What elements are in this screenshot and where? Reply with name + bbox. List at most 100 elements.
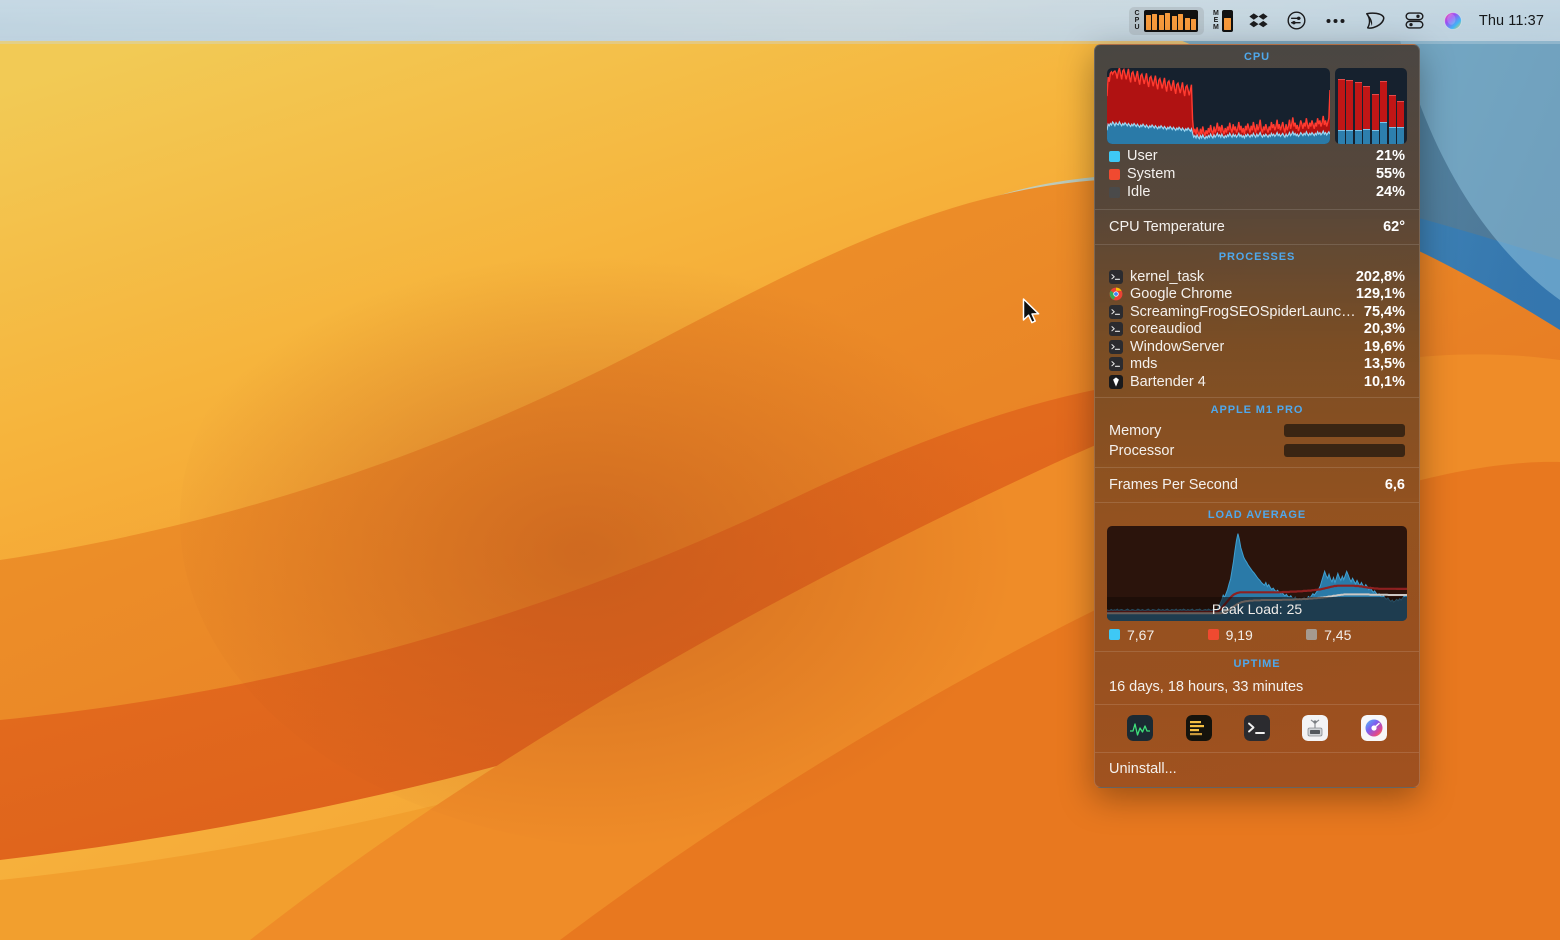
section-header-cpu: CPU — [1244, 51, 1270, 63]
core-system-segment — [1371, 93, 1379, 130]
core-user-segment — [1354, 129, 1362, 144]
core-user-segment — [1346, 130, 1354, 144]
menubar-cpu-bar — [1158, 15, 1164, 30]
core-user-segment — [1388, 126, 1396, 144]
cpu-core-bar — [1380, 72, 1388, 144]
process-name: Bartender 4 — [1130, 373, 1206, 390]
menubar-cpu-bar — [1165, 12, 1171, 30]
core-system-segment — [1363, 85, 1371, 129]
fps-value: 6,6 — [1384, 476, 1405, 493]
section-header-load-average: LOAD AVERAGE — [1207, 508, 1307, 521]
core-user-segment — [1363, 128, 1371, 144]
core-system-segment — [1397, 100, 1404, 127]
menubar-cpu-bar — [1184, 17, 1190, 30]
legend-value: 55% — [1375, 166, 1405, 182]
terminal-icon[interactable] — [1243, 714, 1270, 741]
uninstall-button[interactable]: Uninstall... — [1095, 753, 1419, 787]
process-usage: 10,1% — [1363, 373, 1405, 390]
system-information-icon[interactable] — [1302, 714, 1329, 741]
menubar-cpu-bar — [1191, 19, 1197, 30]
cpu-legend-row: System 55% — [1095, 165, 1419, 183]
chip-usage-row: Memory — [1095, 421, 1419, 441]
bartender-icon — [1109, 374, 1123, 389]
process-usage: 129,1% — [1355, 286, 1405, 303]
process-row[interactable]: Google Chrome 129,1% — [1095, 286, 1419, 304]
process-row[interactable]: mds 13,5% — [1095, 356, 1419, 374]
process-usage: 20,3% — [1363, 321, 1405, 338]
load-average-legend-item: 9,19 — [1207, 626, 1307, 643]
console-icon[interactable] — [1185, 714, 1212, 741]
process-row[interactable]: ScreamingFrogSEOSpiderLaunc… 75,4% — [1095, 303, 1419, 321]
menubar-cpu-bars — [1143, 9, 1199, 32]
load-average-legend-item: 7,67 — [1109, 627, 1208, 643]
section-header-processes: PROCESSES — [1218, 251, 1296, 263]
process-list: kernel_task 202,8% Google Chrome 129,1% Scre… — [1095, 268, 1419, 397]
load-average-legend-item: 7,45 — [1306, 627, 1405, 643]
menubar-mem-label: MEM — [1213, 9, 1219, 32]
process-usage: 75,4% — [1363, 303, 1405, 320]
menubar-mem-gauge — [1221, 9, 1233, 32]
legend-value: 24% — [1375, 184, 1405, 200]
legend-value: 21% — [1375, 148, 1405, 164]
app-shortcuts — [1095, 705, 1419, 752]
siri-icon[interactable] — [1434, 6, 1472, 35]
core-system-segment — [1346, 79, 1354, 131]
ellipsis-icon[interactable] — [1316, 6, 1355, 35]
cpu-temperature-label: CPU Temperature — [1109, 219, 1225, 235]
core-system-segment — [1380, 80, 1388, 122]
terminal-icon — [1109, 269, 1123, 284]
load-average-value: 7,45 — [1324, 626, 1352, 643]
core-user-segment — [1380, 121, 1388, 144]
process-name: coreaudiod — [1130, 321, 1202, 338]
shuttle-icon[interactable] — [1277, 6, 1316, 35]
bartender-icon[interactable] — [1355, 6, 1395, 35]
terminal-icon — [1109, 304, 1123, 319]
load-average-value: 9,19 — [1225, 626, 1253, 643]
menubar-cpu-widget[interactable]: CPU — [1129, 6, 1205, 35]
cpu-legend-row: Idle 24% — [1095, 183, 1419, 201]
chrome-icon — [1109, 287, 1123, 301]
process-name: WindowServer — [1130, 338, 1225, 355]
cpu-core-bar — [1346, 72, 1354, 144]
load-average-chart-wrap: Peak Load: 25 — [1095, 525, 1419, 623]
cpu-core-bar — [1363, 72, 1371, 144]
load-average-value: 7,67 — [1127, 626, 1155, 643]
legend-swatch — [1207, 629, 1219, 640]
process-row[interactable]: kernel_task 202,8% — [1095, 268, 1419, 286]
menubar-cpu-bar — [1145, 15, 1151, 30]
fps-label: Frames Per Second — [1109, 476, 1238, 493]
mouse-cursor — [1022, 298, 1040, 324]
cpu-core-bar — [1354, 72, 1362, 144]
cpu-monitor-dropdown-panel: CPU User 21% System 55% Idle 24% CPU Temperat… — [1094, 44, 1420, 788]
chip-usage-row: Processor — [1095, 441, 1419, 461]
cpu-core-bar — [1388, 72, 1396, 144]
process-row[interactable]: coreaudiod 20,3% — [1095, 321, 1419, 339]
section-header-chip: APPLE M1 PRO — [1210, 403, 1304, 416]
cpu-graphs — [1095, 68, 1419, 147]
menubar-clock[interactable]: Thu 11:37 — [1472, 13, 1546, 29]
cpu-history-chart — [1107, 68, 1330, 144]
peak-load-label: Peak Load: 25 — [1107, 596, 1407, 621]
disk-utility-icon[interactable] — [1360, 714, 1387, 741]
menubar-mem-widget[interactable]: MEM — [1206, 7, 1240, 35]
process-usage: 19,6% — [1363, 338, 1405, 355]
chip-usage-label: Memory — [1109, 422, 1162, 439]
legend-swatch — [1109, 186, 1120, 198]
chip-usage-bar — [1284, 444, 1405, 457]
process-name: kernel_task — [1130, 268, 1205, 285]
process-row[interactable]: WindowServer 19,6% — [1095, 338, 1419, 356]
uptime-value: 16 days, 18 hours, 33 minutes — [1109, 678, 1304, 695]
control-center-icon[interactable] — [1395, 6, 1434, 35]
section-header-uptime: UPTIME — [1233, 657, 1281, 670]
chip-usage-label: Processor — [1109, 442, 1175, 459]
cpu-temperature-row: CPU Temperature 62° — [1095, 210, 1419, 244]
activity-monitor-icon[interactable] — [1127, 714, 1154, 741]
terminal-icon — [1109, 357, 1123, 372]
cpu-legend: User 21% System 55% Idle 24% — [1095, 147, 1419, 201]
dropbox-icon[interactable] — [1240, 6, 1277, 35]
process-row[interactable]: Bartender 4 10,1% — [1095, 373, 1419, 391]
legend-label: System — [1127, 166, 1176, 182]
menubar-cpu-label: CPU — [1134, 9, 1140, 32]
cpu-core-bar — [1397, 72, 1404, 144]
menubar-cpu-bar — [1152, 14, 1158, 30]
